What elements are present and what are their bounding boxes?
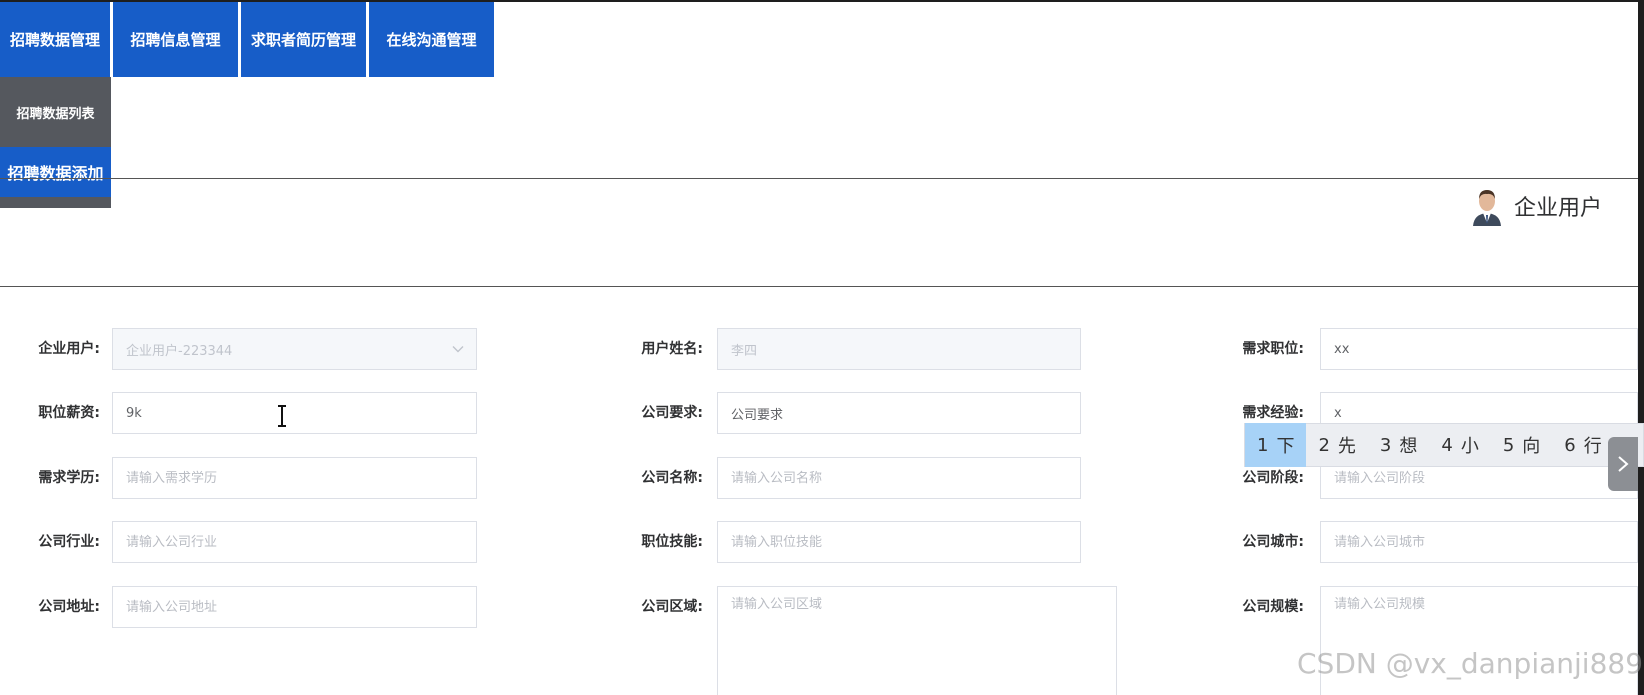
salary-label: 职位薪资:	[38, 405, 100, 421]
company-req-label: 公司要求:	[641, 405, 703, 421]
ime-candidate-number: 4	[1441, 434, 1453, 456]
submenu-recruit-add[interactable]: 招聘数据添加	[0, 147, 111, 197]
company-name-field[interactable]	[717, 457, 1081, 499]
ime-candidate[interactable]: 5 向	[1491, 423, 1552, 467]
ime-candidate-number: 3	[1379, 434, 1392, 456]
scale-label: 公司规模:	[1242, 599, 1304, 615]
ime-candidate-char: 下	[1276, 436, 1295, 457]
ime-candidate[interactable]: 4 小	[1429, 423, 1490, 467]
window-frame-right	[1638, 0, 1644, 695]
ime-candidate-bar: 1 下 2 先 3 想 4 小 5 向 6 行 7	[1244, 423, 1644, 467]
nav-recruit-data[interactable]: 招聘数据管理	[0, 2, 113, 77]
ime-candidate-number: 6	[1564, 434, 1576, 456]
company-name-label: 公司名称:	[641, 470, 703, 486]
education-label: 需求学历:	[38, 470, 100, 486]
education-field[interactable]	[112, 457, 477, 499]
ime-candidate[interactable]: 6 行	[1552, 423, 1613, 467]
ime-candidate-char: 小	[1460, 436, 1479, 457]
city-label: 公司城市:	[1242, 534, 1304, 550]
salary-field[interactable]	[112, 392, 477, 434]
ime-candidate-char: 向	[1522, 436, 1541, 457]
industry-field[interactable]	[112, 521, 477, 563]
ime-candidate-char: 想	[1399, 436, 1418, 457]
position-label: 需求职位:	[1242, 341, 1304, 357]
nav-chat[interactable]: 在线沟通管理	[369, 2, 494, 77]
top-nav: 招聘数据管理 招聘信息管理 求职者简历管理 在线沟通管理	[0, 2, 494, 77]
chevron-down-icon	[452, 346, 464, 353]
user-name: 企业用户	[1514, 196, 1603, 221]
header-divider-top	[0, 178, 1638, 179]
ime-candidate-number: 5	[1502, 434, 1515, 456]
ime-candidate-char: 行	[1583, 436, 1602, 457]
nav-recruit-info[interactable]: 招聘信息管理	[113, 2, 241, 77]
watermark: CSDN @vx_danpianji889	[1297, 647, 1644, 680]
ime-candidate[interactable]: 2 先	[1306, 423, 1367, 467]
ime-candidate[interactable]: 1 下	[1245, 423, 1307, 467]
ime-candidate-number: 2	[1318, 434, 1330, 456]
address-label: 公司地址:	[38, 599, 100, 615]
submenu-recruit-list[interactable]: 招聘数据列表	[0, 77, 111, 147]
region-label: 公司区域:	[641, 599, 703, 615]
address-field[interactable]	[112, 586, 477, 628]
industry-label: 公司行业:	[38, 534, 100, 550]
ime-next-page-button[interactable]	[1608, 437, 1638, 491]
company-req-field[interactable]	[717, 392, 1081, 434]
user-menu[interactable]: 企业用户	[1470, 186, 1602, 226]
ime-candidate-number: 1	[1257, 434, 1269, 456]
header-divider-bottom	[0, 286, 1638, 287]
ime-candidate-char: 先	[1337, 436, 1356, 457]
nav-submenu: 招聘数据列表 招聘数据添加	[0, 77, 111, 208]
user-name-field[interactable]	[717, 328, 1081, 370]
company-user-label: 企业用户:	[38, 341, 100, 357]
user-name-label: 用户姓名:	[641, 341, 703, 357]
skills-label: 职位技能:	[641, 534, 703, 550]
region-textarea[interactable]	[717, 586, 1117, 695]
skills-field[interactable]	[717, 521, 1081, 563]
nav-resume[interactable]: 求职者简历管理	[241, 2, 369, 77]
text-cursor-icon	[278, 405, 286, 427]
chevron-right-icon	[1618, 456, 1629, 472]
avatar	[1470, 186, 1504, 226]
ime-candidate[interactable]: 3 想	[1368, 423, 1429, 467]
city-field[interactable]	[1320, 521, 1638, 563]
position-field[interactable]	[1320, 328, 1638, 370]
company-user-select[interactable]	[112, 328, 477, 370]
